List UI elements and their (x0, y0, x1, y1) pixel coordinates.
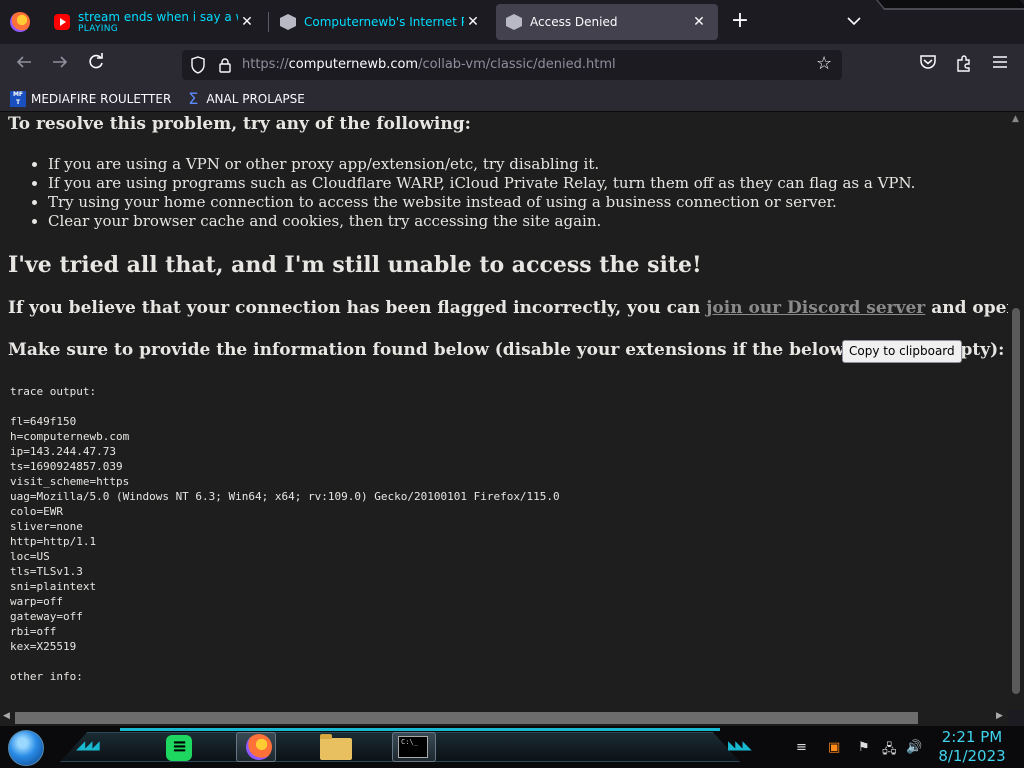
tab-title: Access Denied (530, 15, 618, 29)
arrow-left-icon (16, 56, 31, 68)
system-clock[interactable]: 2:21 PM 8/1/2023 (936, 728, 1008, 766)
sublime-text-tray-icon[interactable]: ▣ (828, 740, 840, 755)
horizontal-scrollbar[interactable]: ◀ ▶ (0, 710, 1008, 726)
tracking-protection-shield-icon[interactable] (190, 56, 206, 74)
youtube-icon (54, 14, 70, 30)
tab-separator (268, 12, 269, 32)
discord-link[interactable]: join our Discord server (706, 298, 925, 318)
back-button[interactable] (12, 53, 36, 77)
reload-button[interactable] (84, 53, 108, 77)
copy-to-clipboard-button[interactable]: Copy to clipboard (842, 340, 962, 363)
tab-title: Computernewb's Internet Pub (304, 15, 464, 29)
clock-time: 2:21 PM (941, 728, 1003, 746)
tab-strip: stream ends when i say a word PLAYING ✕ … (0, 0, 1024, 44)
scroll-up-icon[interactable]: ▲ (1012, 114, 1019, 124)
scroll-left-icon[interactable]: ◀ (3, 711, 10, 721)
flagged-text-start: If you believe that your connection has … (8, 298, 707, 318)
tab-playing-label: PLAYING (78, 24, 119, 34)
hamburger-menu-icon (993, 56, 1007, 68)
close-tab-icon[interactable]: ✕ (238, 13, 256, 31)
volume-icon[interactable]: 🔊 (906, 740, 922, 755)
scrollbar-thumb[interactable] (15, 712, 918, 724)
sigma-icon: Σ (188, 88, 199, 108)
taskbar-accent-line (120, 728, 720, 731)
resolve-heading: To resolve this problem, try any of the … (8, 114, 471, 134)
lock-icon[interactable] (218, 57, 232, 73)
vertical-scrollbar[interactable]: ▲ (1008, 112, 1024, 710)
list-item: If you are using a VPN or other proxy ap… (48, 155, 915, 174)
url-scheme: https:// (242, 57, 289, 72)
url-bar[interactable]: https://computernewb.com/collab-vm/class… (182, 50, 842, 80)
tab-youtube[interactable]: stream ends when i say a word PLAYING ✕ (44, 4, 266, 40)
list-all-tabs-button[interactable] (844, 10, 864, 34)
mediafire-icon: MF T (10, 90, 26, 107)
page-icon (506, 14, 522, 30)
scroll-right-icon[interactable]: ▶ (996, 711, 1003, 721)
network-icon[interactable]: 🖧 (882, 740, 897, 762)
show-desktop-icon[interactable]: ≡ (796, 740, 807, 755)
taskbar: ◢◢◢ C:\_ ◣◣◣ ≡ ▣ ⚑ 🖧 🔊 2:21 PM 8/1/2023 (0, 726, 1024, 768)
action-center-flag-icon[interactable]: ⚑ (858, 740, 870, 755)
app-menu-button[interactable] (988, 54, 1012, 73)
flagged-paragraph: If you believe that your connection has … (8, 298, 1008, 318)
url-text[interactable]: https://computernewb.com/collab-vm/class… (242, 57, 616, 72)
bookmark-mediafire-rouletter[interactable]: MF T MEDIAFIRE ROULETTER (10, 90, 172, 107)
tips-list: If you are using a VPN or other proxy ap… (48, 155, 915, 231)
pocket-icon (920, 55, 936, 69)
url-path: /collab-vm/classic/denied.html (418, 57, 616, 72)
tab-computernewb[interactable]: Computernewb's Internet Pub ✕ (270, 4, 492, 40)
bookmark-label: MEDIAFIRE ROULETTER (31, 91, 172, 106)
bookmarks-toolbar: MF T MEDIAFIRE ROULETTER Σ ANAL PROLAPSE (0, 86, 1024, 112)
reload-icon (89, 53, 103, 69)
page-content: To resolve this problem, try any of the … (0, 112, 1008, 710)
collabvm-icon (280, 14, 296, 30)
navigation-toolbar: https://computernewb.com/collab-vm/class… (0, 44, 1024, 86)
firefox-view-icon[interactable] (10, 12, 30, 32)
firefox-icon[interactable] (246, 734, 272, 760)
puzzle-piece-icon (957, 55, 970, 72)
trace-output: trace output: fl=649f150 h=computernewb.… (10, 385, 560, 683)
list-item: Try using your home connection to access… (48, 193, 915, 212)
bookmark-star-icon[interactable]: ☆ (816, 53, 832, 74)
arrow-right-icon (53, 56, 68, 68)
forward-button[interactable] (48, 53, 72, 77)
close-tab-icon[interactable]: ✕ (690, 13, 708, 31)
start-button[interactable] (8, 730, 44, 766)
pocket-button[interactable] (916, 54, 940, 74)
window-decoration (875, 0, 1024, 10)
extensions-button[interactable] (952, 54, 976, 76)
chevron-down-icon (847, 17, 861, 26)
bookmark-anal-prolapse[interactable]: Σ ANAL PROLAPSE (185, 88, 305, 108)
scrollbar-thumb[interactable] (1012, 308, 1020, 694)
chevron-decoration-icon: ◢◢◢ (76, 738, 100, 752)
tab-access-denied[interactable]: Access Denied ✕ (496, 4, 718, 40)
clock-date: 8/1/2023 (938, 747, 1006, 765)
spotify-icon[interactable] (166, 735, 192, 761)
file-explorer-icon[interactable] (320, 734, 352, 760)
close-tab-icon[interactable]: ✕ (464, 13, 482, 31)
command-prompt-icon[interactable]: C:\_ (398, 736, 428, 758)
new-tab-button[interactable]: + (728, 10, 752, 34)
list-item: Clear your browser cache and cookies, th… (48, 212, 915, 231)
flagged-text-end: and open a ticket. (931, 298, 1008, 318)
tab-title: stream ends when i say a word (78, 10, 238, 24)
bookmark-label: ANAL PROLAPSE (206, 91, 305, 106)
still-unable-heading: I've tried all that, and I'm still unabl… (8, 252, 702, 278)
url-domain: computernewb.com (288, 57, 419, 72)
chevron-decoration-icon: ◣◣◣ (728, 738, 752, 752)
list-item: If you are using programs such as Cloudf… (48, 174, 915, 193)
